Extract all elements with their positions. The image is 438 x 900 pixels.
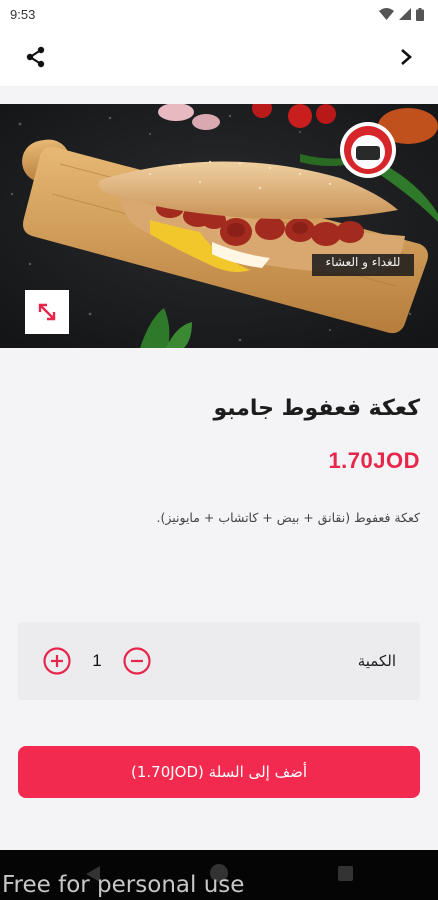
- plus-circle-icon: [43, 647, 71, 675]
- app-header: [0, 28, 438, 86]
- quantity-value: 1: [92, 651, 102, 670]
- share-icon: [26, 46, 45, 68]
- product-image: للغداء و العشاء: [0, 104, 438, 348]
- watermark-text: Free for personal use: [2, 872, 245, 898]
- expand-image-button[interactable]: [25, 290, 69, 334]
- status-icons: [379, 7, 424, 21]
- minus-circle-icon: [123, 647, 151, 675]
- share-button[interactable]: [22, 43, 50, 71]
- decrease-quantity-button[interactable]: [122, 646, 152, 676]
- image-badge-text: للغداء و العشاء: [325, 255, 401, 269]
- quantity-label: الكمية: [357, 652, 396, 670]
- signal-icon: [399, 8, 411, 20]
- battery-icon: [416, 7, 424, 21]
- increase-quantity-button[interactable]: [42, 646, 72, 676]
- chevron-right-icon: [401, 49, 412, 65]
- status-bar: 9:53: [0, 0, 438, 28]
- product-price: 1.70JOD: [328, 448, 420, 473]
- product-details: كعكة فعفوط جامبو 1.70JOD كعكة فعفوط (نقا…: [0, 348, 438, 850]
- quantity-stepper: 1: [42, 646, 152, 676]
- status-time: 9:53: [10, 6, 36, 22]
- add-to-cart-button[interactable]: أضف إلى السلة (1.70JOD): [18, 746, 420, 798]
- add-to-cart-label: أضف إلى السلة (1.70JOD): [131, 763, 308, 781]
- product-name: كعكة فعفوط جامبو: [213, 396, 420, 421]
- quantity-card: 1 الكمية: [18, 622, 420, 700]
- system-nav-bar: Free for personal use: [0, 850, 438, 900]
- expand-icon: [38, 303, 56, 321]
- product-description: كعكة فعفوط (نقانق + بيض + كاتشاب + مايون…: [156, 510, 420, 525]
- forward-button[interactable]: [392, 43, 420, 71]
- wifi-icon: [379, 8, 394, 20]
- nav-recents-icon[interactable]: [338, 866, 353, 881]
